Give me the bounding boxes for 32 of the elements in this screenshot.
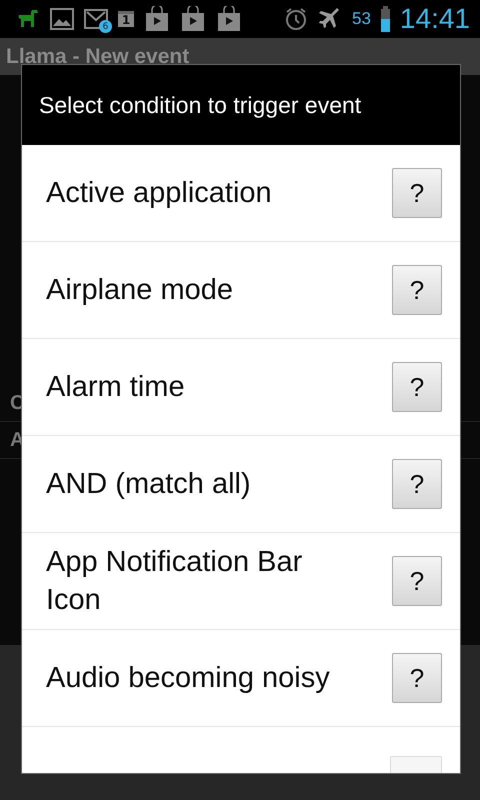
condition-label: AND (match all) (46, 467, 252, 502)
condition-item[interactable]: Airplane mode ? (22, 242, 460, 339)
mail-count: 6 (99, 20, 112, 33)
play-store-icon (216, 6, 242, 32)
condition-label: Active application (46, 176, 273, 211)
dialog-title: Select condition to trigger event (39, 92, 362, 118)
condition-item[interactable]: AND (match all) ? (22, 436, 460, 533)
play-store-icon (180, 6, 206, 32)
battery-percent: 53 (352, 9, 371, 29)
condition-label: Audio becoming noisy (46, 661, 331, 696)
condition-item[interactable]: Audio becoming noisy ? (22, 630, 460, 727)
help-button[interactable]: ? (392, 362, 442, 412)
condition-label: Alarm time (46, 370, 186, 405)
condition-label: Airplane mode (46, 273, 234, 308)
condition-label: App Notification Bar Icon (46, 545, 304, 618)
help-button[interactable]: ? (392, 556, 442, 606)
battery-icon (380, 6, 390, 32)
help-button[interactable]: ? (392, 459, 442, 509)
condition-item[interactable]: Active application ? (22, 145, 460, 242)
play-store-icon (144, 6, 170, 32)
help-button[interactable]: ? (392, 265, 442, 315)
clock-time: 14:41 (400, 3, 470, 35)
airplane-icon (318, 7, 342, 31)
help-button[interactable]: ? (392, 168, 442, 218)
condition-item[interactable]: App Notification Bar Icon ? (22, 533, 460, 630)
calendar-icon: 1 (118, 11, 134, 27)
condition-item[interactable]: Alarm time ? (22, 339, 460, 436)
mail-icon (84, 9, 108, 29)
alarm-icon (284, 7, 308, 31)
help-button[interactable]: ? (392, 653, 442, 703)
app-title: Llama - New event (6, 44, 190, 68)
image-icon (50, 8, 74, 30)
